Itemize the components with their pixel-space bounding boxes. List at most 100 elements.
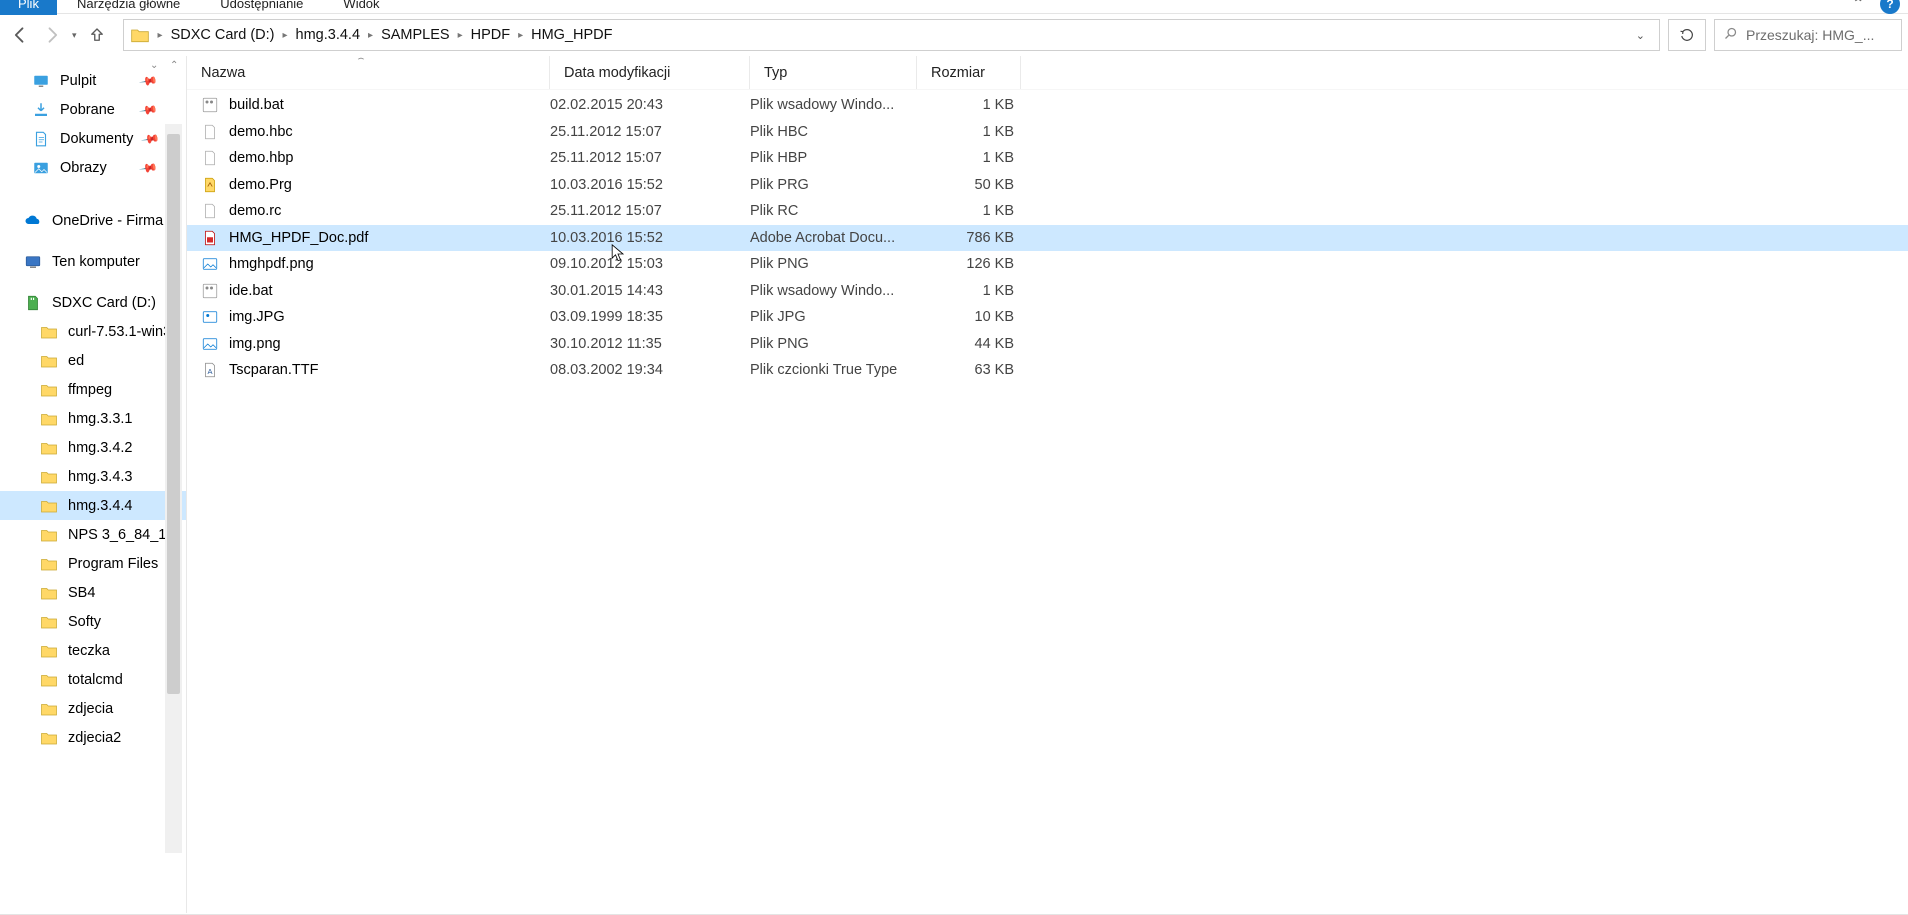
sidebar-folder[interactable]: Softy	[0, 607, 186, 636]
chevron-right-icon[interactable]: ▸	[456, 30, 465, 41]
sidebar-folder[interactable]: hmg.3.4.4	[0, 491, 186, 520]
scrollbar-thumb[interactable]	[167, 134, 180, 694]
file-row[interactable]: demo.rc 25.11.2012 15:07 Plik RC 1 KB	[187, 198, 1908, 225]
help-icon[interactable]: ?	[1880, 0, 1900, 14]
chevron-right-icon[interactable]: ▸	[156, 30, 165, 41]
file-row[interactable]: ide.bat 30.01.2015 14:43 Plik wsadowy Wi…	[187, 278, 1908, 305]
file-date: 25.11.2012 15:07	[550, 203, 750, 219]
file-type: Plik HBC	[750, 124, 917, 140]
sidebar-folder[interactable]: curl-7.53.1-win32	[0, 317, 186, 346]
file-type: Plik JPG	[750, 309, 917, 325]
scroll-arrow-icon[interactable]: ⌃	[170, 60, 180, 70]
file-row[interactable]: img.png 30.10.2012 11:35 Plik PNG 44 KB	[187, 331, 1908, 358]
sidebar-folder[interactable]: zdjecia2	[0, 723, 186, 752]
sd-card-icon	[24, 294, 42, 312]
file-date: 02.02.2015 20:43	[550, 97, 750, 113]
folder-icon	[40, 439, 58, 457]
minimize-ribbon-icon[interactable]: ⌃	[1851, 0, 1864, 9]
column-header-name[interactable]: Nazwa ⌃	[187, 56, 550, 89]
sidebar-folder[interactable]: ed	[0, 346, 186, 375]
up-button[interactable]	[83, 21, 111, 49]
ribbon-tab-home[interactable]: Narzędzia główne	[57, 0, 200, 15]
ribbon-tab-file[interactable]: Plik	[0, 0, 57, 15]
address-bar[interactable]: ▸ SDXC Card (D:) ▸ hmg.3.4.4 ▸ SAMPLES ▸…	[123, 19, 1660, 51]
file-row[interactable]: demo.Prg 10.03.2016 15:52 Plik PRG 50 KB	[187, 172, 1908, 199]
sidebar-quick-downloads[interactable]: Pobrane 📌	[0, 95, 186, 124]
blank-file-icon	[201, 149, 219, 167]
file-row[interactable]: demo.hbc 25.11.2012 15:07 Plik HBC 1 KB	[187, 119, 1908, 146]
forward-button[interactable]	[38, 21, 66, 49]
sidebar-item-label: hmg.3.4.2	[68, 440, 133, 456]
sidebar-quick-pictures[interactable]: Obrazy 📌	[0, 153, 186, 182]
breadcrumb-4[interactable]: HMG_HPDF	[525, 27, 618, 43]
file-size: 1 KB	[917, 124, 1014, 140]
file-row[interactable]: img.JPG 03.09.1999 18:35 Plik JPG 10 KB	[187, 304, 1908, 331]
address-history-dropdown[interactable]: ⌄	[1626, 29, 1655, 42]
sidebar-item-label: Softy	[68, 614, 101, 630]
sidebar-item-label: Dokumenty	[60, 131, 133, 147]
sidebar-folder[interactable]: hmg.3.4.3	[0, 462, 186, 491]
folder-icon	[40, 555, 58, 573]
sidebar-quick-documents[interactable]: Dokumenty 📌	[0, 124, 186, 153]
breadcrumb-3[interactable]: HPDF	[465, 27, 516, 43]
refresh-button[interactable]	[1668, 19, 1706, 51]
file-name: ide.bat	[229, 283, 273, 299]
scroll-arrow-icon[interactable]: ⌄	[150, 60, 160, 70]
folder-icon	[40, 613, 58, 631]
search-icon	[1723, 26, 1738, 44]
column-header-date[interactable]: Data modyfikacji	[550, 56, 750, 89]
file-date: 25.11.2012 15:07	[550, 150, 750, 166]
file-name: img.png	[229, 336, 281, 352]
jpg-file-icon	[201, 308, 219, 326]
sidebar-folder[interactable]: hmg.3.3.1	[0, 404, 186, 433]
sidebar-folder[interactable]: ffmpeg	[0, 375, 186, 404]
folder-icon	[40, 526, 58, 544]
file-size: 63 KB	[917, 362, 1014, 378]
column-label: Nazwa	[201, 65, 245, 81]
sidebar-folder[interactable]: NPS 3_6_84_1	[0, 520, 186, 549]
file-size: 1 KB	[917, 283, 1014, 299]
sidebar-folder[interactable]: SB4	[0, 578, 186, 607]
chevron-right-icon[interactable]: ▸	[516, 30, 525, 41]
back-button[interactable]	[6, 21, 34, 49]
sidebar-folder[interactable]: zdjecia	[0, 694, 186, 723]
ribbon-tab-share[interactable]: Udostępnianie	[200, 0, 323, 15]
search-box[interactable]: Przeszukaj: HMG_...	[1714, 19, 1902, 51]
breadcrumb-1[interactable]: hmg.3.4.4	[290, 27, 367, 43]
column-header-size[interactable]: Rozmiar	[917, 56, 1021, 89]
bat-file-icon	[201, 282, 219, 300]
sidebar-folder[interactable]: Program Files	[0, 549, 186, 578]
column-header-type[interactable]: Typ	[750, 56, 917, 89]
sidebar-folder[interactable]: hmg.3.4.2	[0, 433, 186, 462]
sidebar-item-label: Pobrane	[60, 102, 115, 118]
file-row[interactable]: demo.hbp 25.11.2012 15:07 Plik HBP 1 KB	[187, 145, 1908, 172]
ribbon-tab-view[interactable]: Widok	[323, 0, 399, 15]
file-row[interactable]: hmghpdf.png 09.10.2012 15:03 Plik PNG 12…	[187, 251, 1908, 278]
sidebar-folder[interactable]: teczka	[0, 636, 186, 665]
file-date: 10.03.2016 15:52	[550, 230, 750, 246]
file-size: 50 KB	[917, 177, 1014, 193]
pictures-icon	[32, 159, 50, 177]
sidebar-item-label: Program Files	[68, 556, 158, 572]
recent-locations-dropdown[interactable]: ▾	[70, 30, 79, 41]
breadcrumb-0[interactable]: SDXC Card (D:)	[165, 27, 281, 43]
svg-text:A: A	[207, 367, 212, 376]
file-type: Plik czcionki True Type	[750, 362, 917, 378]
file-date: 25.11.2012 15:07	[550, 124, 750, 140]
navpane-scrollbar[interactable]	[165, 124, 182, 853]
sidebar-item-onedrive[interactable]: OneDrive - Firma I	[0, 206, 186, 235]
chevron-right-icon[interactable]: ▸	[366, 30, 375, 41]
file-row[interactable]: A Tscparan.TTF 08.03.2002 19:34 Plik czc…	[187, 357, 1908, 384]
sidebar-item-drive[interactable]: SDXC Card (D:)	[0, 288, 186, 317]
file-row[interactable]: HMG_HPDF_Doc.pdf 10.03.2016 15:52 Adobe …	[187, 225, 1908, 252]
sidebar-quick-desktop[interactable]: Pulpit 📌	[0, 66, 186, 95]
file-row[interactable]: build.bat 02.02.2015 20:43 Plik wsadowy …	[187, 92, 1908, 119]
sidebar-item-label: ffmpeg	[68, 382, 112, 398]
file-name: hmghpdf.png	[229, 256, 314, 272]
sidebar-folder[interactable]: totalcmd	[0, 665, 186, 694]
breadcrumb-2[interactable]: SAMPLES	[375, 27, 456, 43]
chevron-right-icon[interactable]: ▸	[281, 30, 290, 41]
png-file-icon	[201, 335, 219, 353]
sidebar-item-label: SB4	[68, 585, 95, 601]
sidebar-item-this-pc[interactable]: Ten komputer	[0, 247, 186, 276]
